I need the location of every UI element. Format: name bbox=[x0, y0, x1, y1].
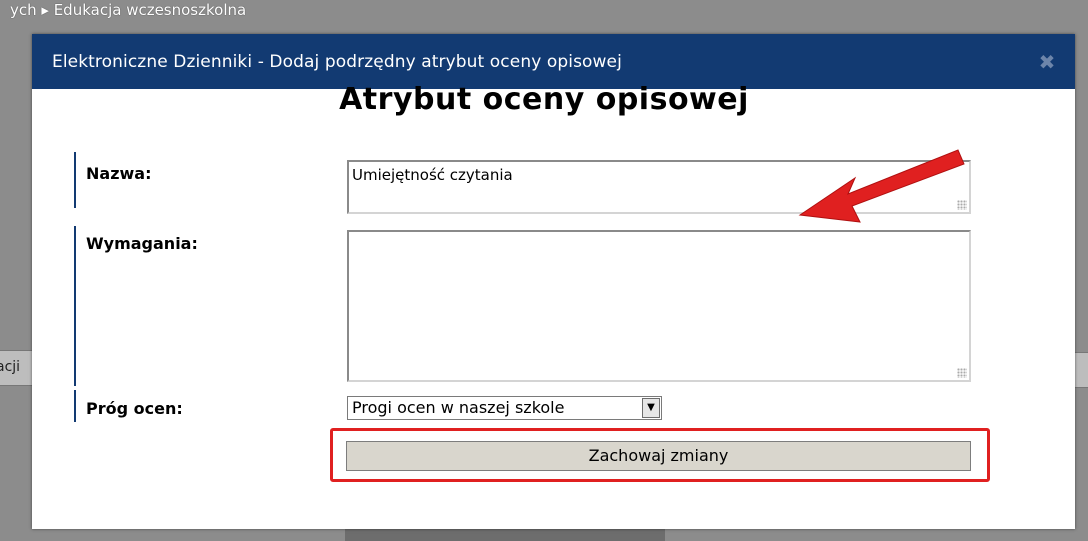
modal-title: Elektroniczne Dzienniki - Dodaj podrzędn… bbox=[52, 51, 622, 72]
background-image-fragment bbox=[345, 528, 665, 541]
threshold-select-value: Progi ocen w naszej szkole bbox=[352, 398, 565, 417]
requirements-field[interactable] bbox=[347, 230, 971, 382]
annotation-highlight-box bbox=[330, 428, 990, 482]
chevron-down-icon[interactable]: ▼ bbox=[642, 398, 660, 418]
requirements-label: Wymagania: bbox=[74, 226, 198, 386]
threshold-select[interactable]: Progi ocen w naszej szkole ▼ bbox=[347, 396, 662, 420]
name-label: Nazwa: bbox=[74, 152, 151, 208]
resize-grip-icon[interactable] bbox=[957, 368, 967, 378]
name-field-value: Umiejętność czytania bbox=[352, 166, 513, 184]
close-icon[interactable]: ✖ bbox=[1037, 50, 1057, 74]
threshold-label: Próg ocen: bbox=[74, 390, 183, 422]
modal-header: Elektroniczne Dzienniki - Dodaj podrzędn… bbox=[32, 34, 1075, 89]
annotation-arrow-icon bbox=[798, 149, 965, 223]
form-heading: Atrybut oceny opisowej bbox=[339, 82, 749, 117]
background-tab-left: acji bbox=[0, 350, 33, 386]
background-breadcrumb: ych ▸ Edukacja wczesnoszkolna bbox=[10, 1, 247, 19]
